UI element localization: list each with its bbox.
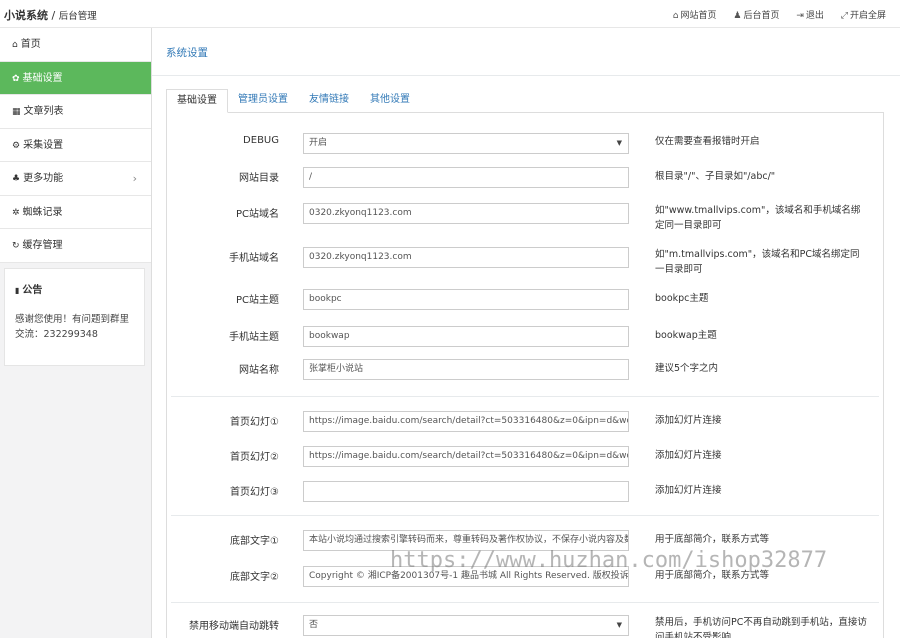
field-label: 网站名称 [239,365,279,376]
site-dir-input[interactable]: / [303,167,629,188]
field-help: 根目录"/"、子目录如"/abc/" [655,171,776,182]
field-label: 手机站主题 [229,332,279,343]
bug-icon: ✲ [12,207,20,218]
sidebar-item-spider-log[interactable]: ✲ 蜘蛛记录 [0,195,151,229]
field-label: DEBUG [243,135,279,146]
nav-site-home[interactable]: ⌂ 网站首页 [673,11,717,21]
field-help: bookpc主题 [655,293,709,304]
brand[interactable]: 小说系统 / 后台管理 [4,7,97,23]
top-bar: 小说系统 / 后台管理 ⌂ 网站首页 ♟ 后台首页 ⇥ 退出 ⤢ 开启全屏 [0,0,900,28]
sidebar-item-basic-settings[interactable]: ✿ 基础设置 [0,61,151,95]
nav-fullscreen[interactable]: ⤢ 开启全屏 [841,11,886,21]
field-label: 首页幻灯③ [230,487,279,498]
pc-domain-input[interactable]: 0320.zkyonq1123.com [303,203,629,224]
field-help: 添加幻灯片连接 [655,450,722,461]
bookmark-icon: ▮ [15,286,20,295]
table-icon: ▦ [12,107,21,117]
cogs-icon: ⚙ [12,140,21,151]
top-nav: ⌂ 网站首页 ♟ 后台首页 ⇥ 退出 ⤢ 开启全屏 [659,8,886,21]
gear-icon: ✿ [12,73,20,84]
field-help: 如"www.tmallvips.com"，该域名和手机域名绑定同一目录即可 [655,205,861,231]
sidebar: ⌂ 首页 ✿ 基础设置 ▦ 文章列表 ⚙ 采集设置 ♣ 更多功能 › ✲ 蜘蛛记录 ↻ 缓存管理… [0,28,152,638]
tab-admin[interactable]: 管理员设置 [228,89,298,113]
page-title: 系统设置 [166,47,208,59]
disable-redirect-select[interactable]: 否 ▼ [303,615,629,636]
sidebar-item-label: 采集设置 [23,139,64,151]
field-help: 禁用后，手机访问PC不再自动跳到手机站，直接访问手机站不受影响 [655,617,867,638]
sidebar-item-label: 更多功能 [23,173,64,184]
slide-2-input[interactable]: https://image.baidu.com/search/detail?ct… [303,446,629,467]
sidebar-item-label: 缓存管理 [22,240,63,251]
logout-icon: ⇥ [796,11,804,21]
sidebar-item-cache[interactable]: ↻ 缓存管理 [0,229,151,263]
field-help: 仅在需要查看报错时开启 [655,136,760,147]
sidebar-item-label: 首页 [20,39,41,50]
user-icon: ♟ [733,11,742,21]
field-label: 底部文字② [230,572,279,583]
nav-admin-home[interactable]: ♟ 后台首页 [733,11,779,21]
mobile-theme-input[interactable]: bookwap [303,326,629,347]
field-label: 手机站域名 [229,253,279,264]
tab-other[interactable]: 其他设置 [360,89,420,113]
field-help: 添加幻灯片连接 [655,485,722,496]
watermark: https://www.huzhan.com/ishop32877 [390,548,828,573]
divider [152,75,900,76]
sidebar-item-home[interactable]: ⌂ 首页 [0,28,151,62]
field-help: 用于底部简介，联系方式等 [655,534,770,545]
section-name: 后台管理 [58,11,97,22]
sidebar-item-label: 蜘蛛记录 [22,206,63,218]
caret-down-icon: ▼ [616,139,622,147]
field-label: 首页幻灯① [230,417,279,428]
field-label: 首页幻灯② [230,452,279,463]
field-help: 如"m.tmallvips.com"，该域名和PC域名绑定同一目录即可 [655,249,860,275]
field-label: PC站主题 [235,295,279,306]
fullscreen-icon: ⤢ [840,11,848,21]
main-content: 系统设置 基础设置 管理员设置 友情链接 其他设置 DEBUG 开启 ▼ 仅在需要… [152,28,900,638]
slide-3-input[interactable] [303,481,629,502]
slide-1-input[interactable]: https://image.baidu.com/search/detail?ct… [303,411,629,432]
pc-theme-input[interactable]: bookpc [303,289,629,310]
field-label: 网站目录 [239,173,279,184]
caret-down-icon: ▼ [616,621,622,629]
notice-panel: ▮ 公告 感谢您使用！有问题到群里交流：232299348 [4,268,145,366]
notice-title: ▮ 公告 [15,281,134,296]
sidebar-item-label: 文章列表 [23,106,64,117]
debug-select[interactable]: 开启 ▼ [303,133,629,154]
divider [171,515,879,516]
field-label: PC站域名 [235,209,279,220]
chevron-right-icon: › [132,172,137,185]
site-name-input[interactable]: 张掌柜小说站 [303,359,629,380]
app-name: 小说系统 [4,9,48,22]
nav-label: 后台首页 [743,11,780,21]
nav-label: 网站首页 [680,11,717,21]
field-help: 添加幻灯片连接 [655,415,722,426]
tab-bar: 基础设置 管理员设置 友情链接 其他设置 [166,89,884,113]
field-label: 底部文字① [230,536,279,547]
tab-basic[interactable]: 基础设置 [166,89,228,113]
nav-label: 开启全屏 [849,11,886,21]
sidebar-item-label: 基础设置 [22,72,63,84]
brand-separator: / [51,9,56,22]
divider [171,396,879,397]
tab-links[interactable]: 友情链接 [299,89,359,113]
field-label: 禁用移动端自动跳转 [189,621,279,632]
sidebar-item-collect-settings[interactable]: ⚙ 采集设置 [0,128,151,162]
nav-logout[interactable]: ⇥ 退出 [796,11,824,21]
notice-text: 感谢您使用！有问题到群里交流：232299348 [15,314,130,340]
nav-label: 退出 [805,11,824,21]
sitemap-icon: ♣ [12,174,21,184]
divider [171,602,879,603]
mobile-domain-input[interactable]: 0320.zkyonq1123.com [303,247,629,268]
sidebar-item-more[interactable]: ♣ 更多功能 › [0,162,151,196]
home-icon: ⌂ [12,40,18,50]
sidebar-item-articles[interactable]: ▦ 文章列表 [0,95,151,129]
notice-title-text: 公告 [22,285,43,296]
refresh-icon: ↻ [12,241,20,251]
field-help: bookwap主题 [655,330,717,341]
home-icon: ⌂ [672,11,679,21]
field-help: 建议5个字之内 [655,363,719,374]
